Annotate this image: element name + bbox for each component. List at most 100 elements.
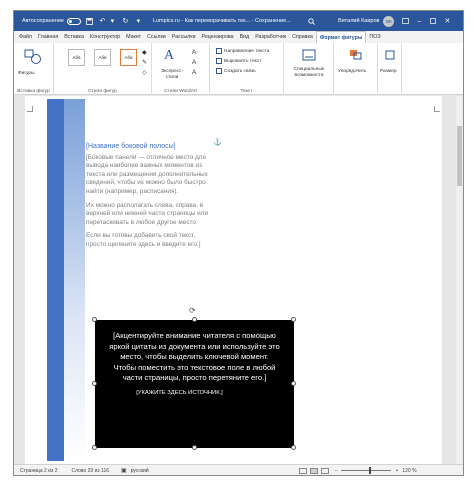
group-label-insert-shapes: Вставка фигур (17, 89, 50, 94)
tab-design[interactable]: Конструктор (87, 31, 123, 43)
sidebar-paragraph[interactable]: [Боковые панели — отличное место для выв… (86, 154, 208, 197)
group-arrange: Упорядочить (334, 43, 378, 95)
web-layout-icon[interactable] (320, 467, 329, 474)
resize-handle[interactable] (92, 445, 97, 450)
tab-file[interactable]: Файл (16, 31, 35, 43)
sidebar-title[interactable]: [Название боковой полосы] (86, 143, 208, 152)
resize-handle[interactable] (192, 317, 197, 322)
tab-home[interactable]: Главная (35, 31, 61, 43)
redo-icon[interactable]: ↻ (121, 17, 130, 26)
align-text-button[interactable]: Выровнять текст (216, 58, 261, 64)
minimize-icon[interactable]: – (412, 11, 426, 31)
group-insert-shapes: Фигуры Вставка фигур (14, 43, 54, 95)
close-icon[interactable]: ✕ (440, 11, 454, 31)
avatar[interactable]: ВК (383, 15, 395, 27)
sidebar-paragraph[interactable]: Их можно располагать слева, справа, в ве… (86, 202, 208, 228)
anchor-icon[interactable]: ⚓ (213, 138, 222, 146)
undo-icon[interactable]: ↶ (98, 17, 107, 26)
language[interactable]: русский (131, 468, 149, 474)
focus-mode-icon[interactable] (298, 467, 307, 474)
zoom-in-icon[interactable]: + (395, 468, 398, 474)
create-link-button[interactable]: Создать связь (216, 68, 256, 74)
text-outline-icon[interactable]: A (192, 59, 196, 66)
rotate-handle-icon[interactable]: ⟳ (189, 306, 196, 315)
fill-icon[interactable]: ◆ (142, 49, 147, 56)
zoom-slider[interactable] (341, 467, 392, 474)
document-area[interactable]: ⚓ [Название боковой полосы] [Боковые пан… (14, 96, 463, 464)
arrange-icon[interactable] (349, 49, 363, 63)
tab-view[interactable]: Вид (237, 31, 253, 43)
pull-quote-fill[interactable]: [Акцентируйте внимание читателя с помощь… (95, 320, 294, 448)
alt-text-icon[interactable] (302, 49, 316, 63)
pull-quote-source[interactable]: [УКАЖИТЕ ЗДЕСЬ ИСТОЧНИК.] (108, 390, 251, 396)
outline-icon[interactable]: ✎ (142, 59, 147, 66)
tab-search[interactable]: ПОЗ (366, 31, 383, 43)
accessibility-button[interactable]: Специальные возможности (288, 67, 330, 78)
tab-help[interactable]: Справка (289, 31, 316, 43)
status-bar: Страница 2 из 2 Слово 29 из 116 ▣ русски… (14, 464, 463, 475)
save-icon[interactable] (85, 17, 94, 26)
tab-insert[interactable]: Вставка (61, 31, 87, 43)
text-direction-button[interactable]: Направление текста (216, 48, 269, 54)
resize-handle[interactable] (192, 445, 197, 450)
tab-references[interactable]: Ссылки (144, 31, 169, 43)
link-icon (216, 68, 222, 74)
arrange-button[interactable]: Упорядочить (338, 69, 367, 74)
tab-review[interactable]: Рецензирова (199, 31, 237, 43)
text-fill-icon[interactable]: A (192, 49, 196, 56)
group-label-text: Текст (240, 89, 253, 94)
margin-corner-mark (27, 106, 33, 112)
word-count[interactable]: Слово 29 из 116 (71, 468, 109, 474)
group-label-wordart: Стили WordArt (164, 89, 197, 94)
autosave-toggle[interactable] (66, 17, 81, 25)
resize-handle[interactable] (291, 381, 296, 386)
tab-layout[interactable]: Макет (123, 31, 144, 43)
tab-shape-format[interactable]: Формат фигуры (315, 31, 367, 43)
tab-mailings[interactable]: Рассылки (169, 31, 199, 43)
print-layout-icon[interactable] (309, 467, 318, 474)
shape-style-swatch[interactable]: Абв (68, 49, 85, 66)
tab-developer[interactable]: Разработчик (252, 31, 289, 43)
user-name[interactable]: Виталий Каиров (338, 18, 380, 24)
effects-icon[interactable]: ◇ (142, 69, 147, 76)
size-icon[interactable] (384, 49, 396, 63)
pull-quote-text-box[interactable]: [Акцентируйте внимание читателя с помощь… (92, 306, 296, 450)
resize-handle[interactable] (291, 317, 296, 322)
group-label-shape-styles: Стили фигур (88, 89, 117, 94)
resize-handle[interactable] (92, 317, 97, 322)
zoom-slider-thumb[interactable] (369, 467, 372, 474)
zoom-out-icon[interactable]: – (335, 468, 338, 474)
sidebar-paragraph[interactable]: Если вы готовы добавить свой текст, прос… (86, 232, 208, 249)
shapes-button[interactable]: Фигуры (18, 71, 35, 76)
undo-dropdown-icon[interactable]: ▾ (108, 17, 117, 26)
shapes-icon[interactable] (24, 49, 42, 67)
search-icon[interactable] (307, 17, 316, 26)
sidebar-text-box[interactable]: [Название боковой полосы] [Боковые панел… (86, 143, 208, 255)
text-effects-icon[interactable]: A (192, 69, 196, 76)
word-window: Автосохранение ↶ ▾ ↻ ▾ Lumpics.ru - Как … (13, 10, 464, 476)
resize-handle[interactable] (92, 381, 97, 386)
vertical-scrollbar[interactable] (456, 96, 463, 464)
quick-styles-button[interactable]: Экспресс-стили (158, 69, 186, 80)
size-button[interactable]: Размер (380, 69, 397, 74)
scrollbar-thumb[interactable] (457, 126, 462, 186)
align-text-icon (216, 58, 222, 64)
shape-style-swatch[interactable]: Абв (94, 49, 111, 66)
proofing-icon[interactable]: ▣ (121, 467, 127, 474)
customize-toolbar-icon[interactable]: ▾ (134, 17, 143, 26)
ribbon-display-icon[interactable] (398, 11, 412, 31)
autosave-label: Автосохранение (22, 18, 64, 24)
page-count[interactable]: Страница 2 из 2 (20, 468, 57, 474)
maximize-icon[interactable] (426, 11, 440, 31)
ribbon: Фигуры Вставка фигур Абв Абв Абв ◆ ✎ ◇ С… (14, 43, 463, 95)
margin-corner-mark (434, 106, 440, 112)
wordart-icon[interactable]: A (164, 48, 174, 64)
resize-handle[interactable] (291, 445, 296, 450)
shape-style-swatch[interactable]: Абв (120, 49, 137, 66)
title-bar: Автосохранение ↶ ▾ ↻ ▾ Lumpics.ru - Как … (14, 11, 463, 31)
document-title: Lumpics.ru - Как переворачивать тек... -… (152, 18, 291, 24)
pull-quote-text[interactable]: [Акцентируйте внимание читателя с помощь… (108, 331, 281, 384)
document-page[interactable]: ⚓ [Название боковой полосы] [Боковые пан… (25, 96, 442, 464)
zoom-level[interactable]: 120 % (402, 468, 416, 474)
sidebar-gradient-bar (64, 99, 85, 461)
